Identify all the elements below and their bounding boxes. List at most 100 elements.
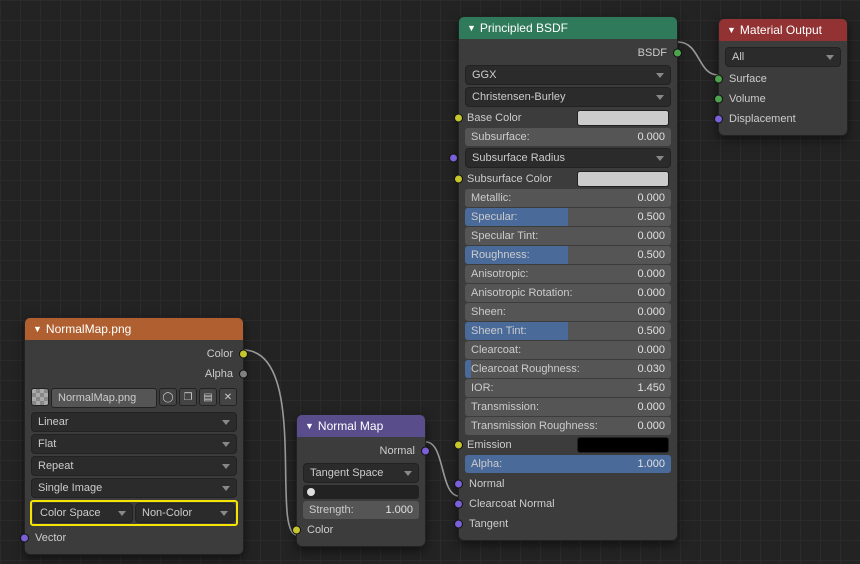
value-slider[interactable]: Specular Tint:0.000 — [465, 227, 671, 245]
value-slider[interactable]: Alpha:1.000 — [465, 455, 671, 473]
node-title: Material Output — [740, 23, 822, 37]
input-socket[interactable] — [454, 520, 463, 529]
color-swatch[interactable] — [577, 110, 669, 126]
input-label: Displacement — [729, 113, 796, 125]
prop-label: Emission — [467, 439, 512, 451]
strength-slider[interactable]: Strength: 1.000 — [303, 501, 419, 519]
prop-value: 0.000 — [637, 131, 665, 143]
output-color-socket[interactable] — [239, 350, 248, 359]
distribution-dropdown[interactable]: GGX — [465, 65, 671, 85]
image-name-field[interactable]: NormalMap.png — [51, 388, 157, 408]
uvmap-field[interactable] — [303, 485, 419, 499]
prop-label: Specular: — [471, 211, 517, 223]
prop-label: Sheen Tint: — [471, 325, 527, 337]
value-slider[interactable]: Subsurface: 0.000 — [465, 128, 671, 146]
input-color-socket[interactable] — [292, 526, 301, 535]
prop-value: 0.000 — [637, 192, 665, 204]
image-texture-node[interactable]: ▼ NormalMap.png Color Alpha NormalMap.pn… — [24, 317, 244, 555]
prop-value: 0.000 — [637, 344, 665, 356]
source-dropdown[interactable]: Single Image — [31, 478, 237, 498]
prop-label: IOR: — [471, 382, 494, 394]
normal-map-header[interactable]: ▼ Normal Map — [297, 415, 425, 437]
open-button[interactable]: ▤ — [199, 388, 217, 406]
prop-label: Metallic: — [471, 192, 511, 204]
unlink-button[interactable]: ✕ — [219, 388, 237, 406]
output-normal-socket[interactable] — [421, 447, 430, 456]
prop-dropdown[interactable]: Subsurface Radius — [465, 148, 671, 168]
color-swatch[interactable] — [577, 437, 669, 453]
material-output-header[interactable]: ▼ Material Output — [719, 19, 847, 41]
output-color-label: Color — [207, 348, 233, 360]
value-slider[interactable]: IOR: 1.450 — [465, 379, 671, 397]
input-vector-label: Vector — [35, 532, 66, 544]
input-socket[interactable] — [449, 154, 458, 163]
prop-label: Sheen: — [471, 306, 506, 318]
prop-value: 0.500 — [637, 211, 665, 223]
material-output-node[interactable]: ▼ Material Output All SurfaceVolumeDispl… — [718, 18, 848, 136]
value-slider[interactable]: Clearcoat:0.000 — [465, 341, 671, 359]
prop-value: 0.500 — [637, 325, 665, 337]
target-dropdown[interactable]: All — [725, 47, 841, 67]
value-slider[interactable]: Anisotropic Rotation: 0.000 — [465, 284, 671, 302]
collapse-icon[interactable]: ▼ — [727, 25, 736, 35]
principled-bsdf-header[interactable]: ▼ Principled BSDF — [459, 17, 677, 39]
value-slider[interactable]: Anisotropic: 0.000 — [465, 265, 671, 283]
prop-label: Roughness: — [471, 249, 530, 261]
prop-value: 1.450 — [637, 382, 665, 394]
value-slider[interactable]: Roughness:0.500 — [465, 246, 671, 264]
input-vector-socket[interactable] — [20, 534, 29, 543]
input-socket[interactable] — [454, 480, 463, 489]
input-label: Volume — [729, 93, 766, 105]
fake-user-button[interactable]: ◯ — [159, 388, 177, 406]
prop-label: Anisotropic: — [471, 268, 528, 280]
image-texture-header[interactable]: ▼ NormalMap.png — [25, 318, 243, 340]
collapse-icon[interactable]: ▼ — [305, 421, 314, 431]
prop-value: 0.000 — [637, 420, 665, 432]
image-datablock-icon[interactable] — [31, 388, 49, 406]
output-alpha-socket[interactable] — [239, 370, 248, 379]
value-slider[interactable]: Sheen: 0.000 — [465, 303, 671, 321]
prop-label: Clearcoat Normal — [469, 498, 555, 510]
interpolation-dropdown[interactable]: Linear — [31, 412, 237, 432]
colorspace-dropdown[interactable]: Non-Color — [135, 503, 235, 523]
prop-label: Anisotropic Rotation: — [471, 287, 573, 299]
prop-value: 0.000 — [637, 306, 665, 318]
prop-label: Base Color — [467, 112, 521, 124]
prop-label: Subsurface: — [471, 131, 530, 143]
prop-value: 0.000 — [637, 287, 665, 299]
output-bsdf-label: BSDF — [638, 47, 667, 59]
input-socket[interactable] — [714, 115, 723, 124]
input-socket[interactable] — [714, 95, 723, 104]
input-socket[interactable] — [714, 75, 723, 84]
input-socket[interactable] — [454, 114, 463, 123]
value-slider[interactable]: Sheen Tint: 0.500 — [465, 322, 671, 340]
extension-dropdown[interactable]: Repeat — [31, 456, 237, 476]
subsurface-method-dropdown[interactable]: Christensen-Burley — [465, 87, 671, 107]
prop-label: Transmission: — [471, 401, 539, 413]
colorspace-highlight: Color Space Non-Color — [30, 500, 238, 526]
value-slider[interactable]: Metallic: 0.000 — [465, 189, 671, 207]
collapse-icon[interactable]: ▼ — [33, 324, 42, 334]
normal-map-node[interactable]: ▼ Normal Map Normal Tangent Space Streng… — [296, 414, 426, 547]
checker-icon — [32, 389, 48, 405]
prop-value: 1.000 — [637, 458, 665, 470]
input-socket[interactable] — [454, 500, 463, 509]
value-slider[interactable]: Specular: 0.500 — [465, 208, 671, 226]
value-slider[interactable]: Clearcoat Roughness:0.030 — [465, 360, 671, 378]
duplicate-button[interactable]: ❐ — [179, 388, 197, 406]
color-swatch[interactable] — [577, 171, 669, 187]
collapse-icon[interactable]: ▼ — [467, 23, 476, 33]
colorspace-label: Color Space — [33, 503, 133, 523]
prop-value: 0.000 — [637, 268, 665, 280]
principled-bsdf-node[interactable]: ▼ Principled BSDF BSDF GGX Christensen-B… — [458, 16, 678, 541]
input-socket[interactable] — [454, 441, 463, 450]
value-slider[interactable]: Transmission:0.000 — [465, 398, 671, 416]
output-normal-label: Normal — [380, 445, 415, 457]
value-slider[interactable]: Transmission Roughness:0.000 — [465, 417, 671, 435]
projection-dropdown[interactable]: Flat — [31, 434, 237, 454]
space-dropdown[interactable]: Tangent Space — [303, 463, 419, 483]
input-socket[interactable] — [454, 175, 463, 184]
node-title: NormalMap.png — [46, 322, 131, 336]
output-bsdf-socket[interactable] — [673, 49, 682, 58]
input-color-label: Color — [307, 524, 333, 536]
